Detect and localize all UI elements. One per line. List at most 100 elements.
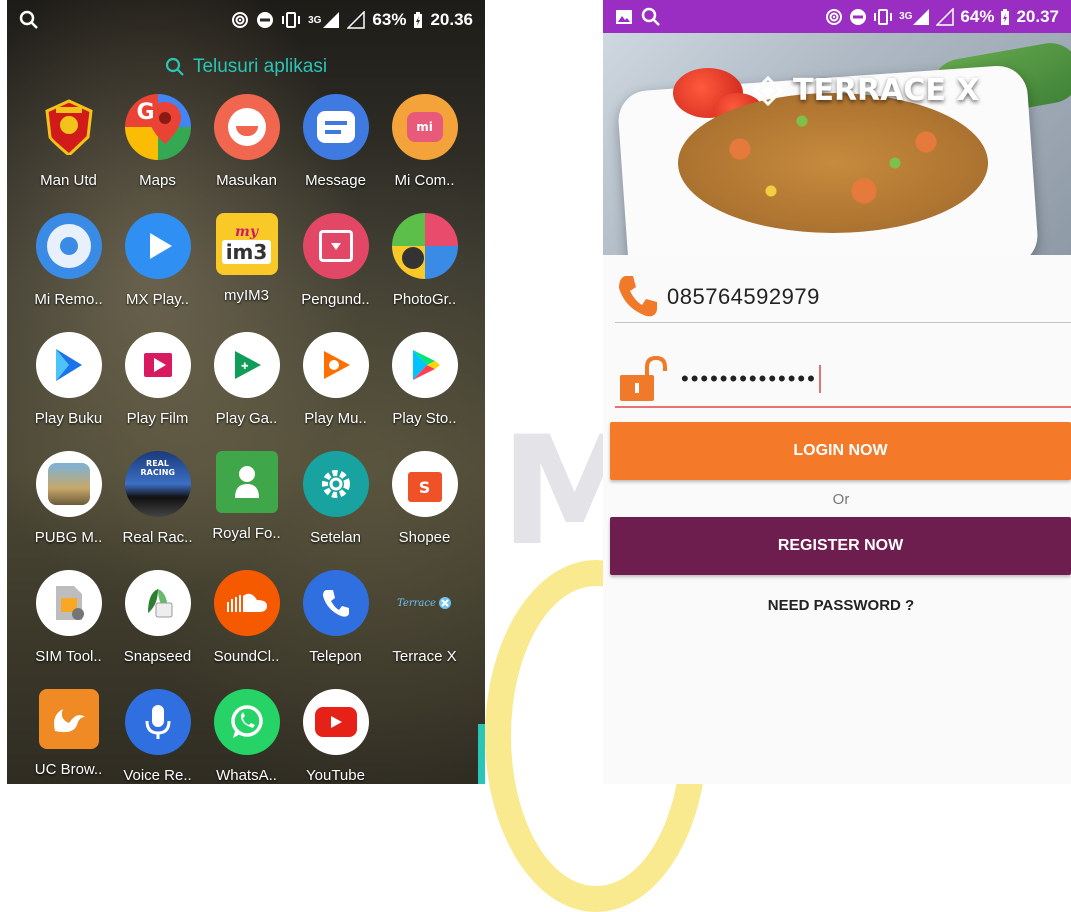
app-whatsapp[interactable]: WhatsA.. xyxy=(202,683,291,784)
login-button[interactable]: LOGIN NOW xyxy=(610,422,1071,480)
app-shopee[interactable]: S Shopee xyxy=(380,445,469,564)
app-search-bar[interactable]: Telusuri aplikasi xyxy=(7,56,485,78)
app-grid: Man Utd G Maps Masukan Message mi Mi Com… xyxy=(7,88,485,784)
svg-text:✚: ✚ xyxy=(241,362,249,372)
app-label: Message xyxy=(305,172,366,189)
signal-empty-icon xyxy=(936,7,955,26)
register-label: REGISTER NOW xyxy=(777,537,904,554)
app-maps[interactable]: G Maps xyxy=(113,88,202,207)
phone-number-field[interactable]: 085764592979 xyxy=(615,272,1071,323)
app-man-utd[interactable]: Man Utd xyxy=(24,88,113,207)
app-settings[interactable]: Setelan xyxy=(291,445,380,564)
app-label: SoundCl.. xyxy=(213,648,280,665)
play-games-icon: ✚ xyxy=(213,332,280,398)
app-label: Play Ga.. xyxy=(215,410,278,427)
mi-remote-icon xyxy=(35,213,102,279)
signal-empty-icon xyxy=(347,11,366,29)
play-store-icon xyxy=(391,332,458,398)
app-label: Voice Re.. xyxy=(123,767,192,784)
text-caret xyxy=(818,365,821,393)
scrollbar[interactable] xyxy=(478,724,485,784)
uc-browser-icon xyxy=(38,689,99,749)
phone-number-value: 085764592979 xyxy=(667,284,820,309)
masukan-icon xyxy=(213,94,280,160)
app-royal-fo[interactable]: Royal Fo.. xyxy=(202,445,291,564)
voice-recorder-icon xyxy=(124,689,191,755)
shopee-text: S xyxy=(407,472,442,502)
myim3-icon: my im3 xyxy=(215,213,278,275)
app-snapseed[interactable]: Snapseed xyxy=(113,564,202,683)
app-terrace-x[interactable]: Terrace Terrace X xyxy=(380,564,469,683)
app-photogrid[interactable]: PhotoGr.. xyxy=(380,207,469,326)
dnd-icon xyxy=(850,8,867,25)
network-type: 3G xyxy=(308,14,322,26)
maps-icon: G xyxy=(124,94,191,160)
play-music-icon xyxy=(302,332,369,398)
search-icon xyxy=(19,10,38,29)
app-label: WhatsA.. xyxy=(216,767,277,784)
clock: 20.36 xyxy=(430,10,473,29)
battery-charging-icon xyxy=(414,12,423,28)
app-phone[interactable]: Telepon xyxy=(291,564,380,683)
app-play-games[interactable]: ✚ Play Ga.. xyxy=(202,326,291,445)
app-mi-community[interactable]: mi Mi Com.. xyxy=(380,88,469,207)
app-drawer-screen: 3G 63% 20.36 Telusuri aplikasi Man Utd G… xyxy=(7,0,485,784)
app-label: Shopee xyxy=(398,529,451,546)
app-label: Snapseed xyxy=(123,648,192,665)
mx-player-icon xyxy=(124,213,191,279)
royal-fo-icon xyxy=(215,451,278,513)
hero-fried-rice xyxy=(678,93,988,233)
app-label: myIM3 xyxy=(224,287,269,304)
or-divider-text: Or xyxy=(832,491,850,508)
myim3-top-text: my xyxy=(235,224,258,240)
play-movies-icon xyxy=(124,332,191,398)
app-pubg[interactable]: PUBG M.. xyxy=(24,445,113,564)
app-label: Mi Com.. xyxy=(394,172,455,189)
app-masukan[interactable]: Masukan xyxy=(202,88,291,207)
app-youtube[interactable]: YouTube xyxy=(291,683,380,784)
password-mask: •••••••••••••• xyxy=(681,366,817,391)
app-downloads[interactable]: Pengund.. xyxy=(291,207,380,326)
search-icon xyxy=(165,57,184,76)
hotspot-icon xyxy=(232,12,249,28)
app-play-music[interactable]: Play Mu.. xyxy=(291,326,380,445)
app-label: Play Buku xyxy=(34,410,103,427)
mi-community-icon: mi xyxy=(391,94,458,160)
app-uc-browser[interactable]: UC Brow.. xyxy=(24,683,113,784)
app-voice-recorder[interactable]: Voice Re.. xyxy=(113,683,202,784)
app-play-books[interactable]: Play Buku xyxy=(24,326,113,445)
terrace-logo-icon xyxy=(753,75,783,106)
vibrate-icon xyxy=(874,8,893,25)
battery-charging-icon xyxy=(1001,8,1010,25)
shopee-icon: S xyxy=(391,451,458,517)
hero-title: TERRACE X xyxy=(753,73,979,108)
password-field[interactable]: •••••••••••••• xyxy=(615,352,1071,408)
need-password-link[interactable]: NEED PASSWORD ? xyxy=(603,597,1071,614)
app-soundcloud[interactable]: SoundCl.. xyxy=(202,564,291,683)
app-play-store[interactable]: Play Sto.. xyxy=(380,326,469,445)
app-label: Telepon xyxy=(309,648,362,665)
signal-icon xyxy=(323,12,340,28)
downloads-icon xyxy=(302,213,369,279)
real-racing-icon: REAL RACING xyxy=(124,451,191,517)
search-placeholder: Telusuri aplikasi xyxy=(192,56,328,77)
app-sim-toolkit[interactable]: SIM Tool.. xyxy=(24,564,113,683)
sim-toolkit-icon xyxy=(35,570,102,636)
man-utd-icon xyxy=(36,94,102,160)
app-play-movies[interactable]: Play Film xyxy=(113,326,202,445)
app-mi-remote[interactable]: Mi Remo.. xyxy=(24,207,113,326)
image-icon xyxy=(616,9,632,24)
app-label: Pengund.. xyxy=(301,291,370,308)
signal-icon xyxy=(913,8,930,25)
app-label: Royal Fo.. xyxy=(212,525,281,542)
app-myim3[interactable]: my im3 myIM3 xyxy=(202,207,291,326)
hotspot-icon xyxy=(826,8,843,25)
app-real-racing[interactable]: REAL RACING Real Rac.. xyxy=(113,445,202,564)
app-label: Play Sto.. xyxy=(392,410,457,427)
register-button[interactable]: REGISTER NOW xyxy=(610,517,1071,575)
login-label: LOGIN NOW xyxy=(793,442,888,459)
clock: 20.37 xyxy=(1016,6,1059,26)
app-message[interactable]: Message xyxy=(291,88,380,207)
app-mx-player[interactable]: MX Play.. xyxy=(113,207,202,326)
app-label: Maps xyxy=(139,172,176,189)
